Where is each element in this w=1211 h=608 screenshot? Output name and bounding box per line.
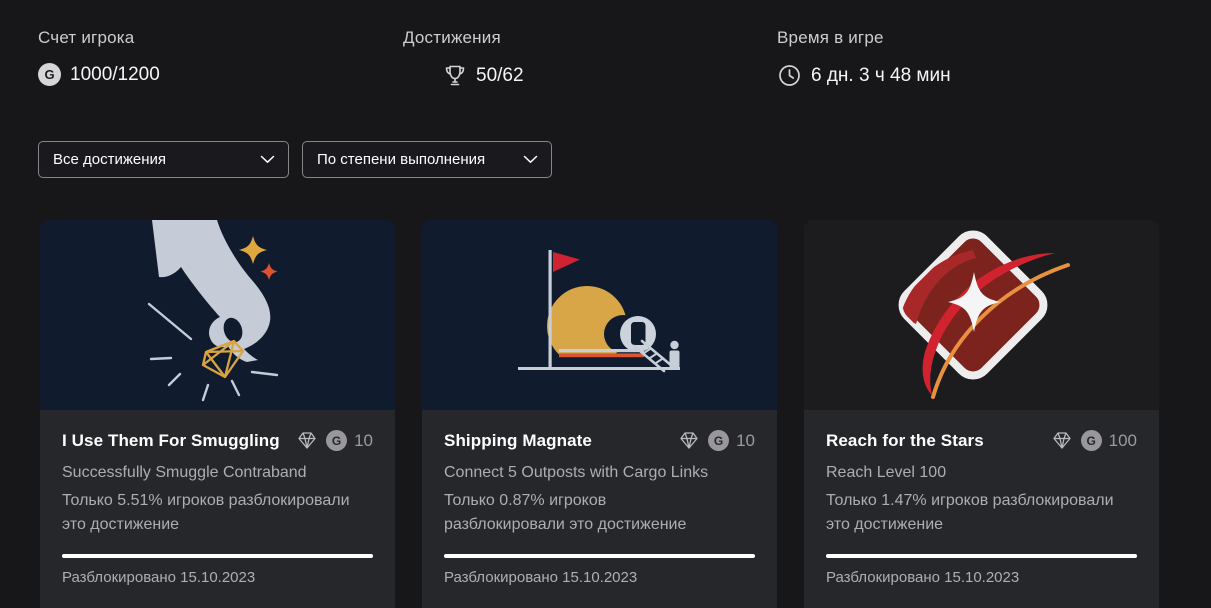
stat-time-played-label: Время в игре <box>777 28 951 48</box>
stat-time-played-value: 6 дн. 3 ч 48 мин <box>811 65 951 87</box>
gamerscore-value: 100 <box>1109 431 1137 451</box>
achievement-rarity: Только 5.51% игроков разблокировали это … <box>62 489 373 537</box>
achievements-page: Счет игрока G 1000/1200 Достижения <box>0 0 1211 608</box>
stat-achievements-value: 50/62 <box>476 65 524 87</box>
achievement-title: I Use Them For Smuggling <box>62 431 297 451</box>
base-orange-stripe <box>559 353 644 357</box>
gamerscore-icon: G <box>708 430 729 451</box>
unlocked-date: Разблокировано 15.10.2023 <box>62 569 373 586</box>
achievement-description: Reach Level 100 <box>826 464 1137 482</box>
trophy-icon <box>443 63 467 89</box>
achievement-card-body: I Use Them For Smuggling G 10 Successful… <box>40 410 395 586</box>
achievement-art-hand-dropping-gem <box>40 220 395 410</box>
red-flag <box>553 252 580 272</box>
achievement-card-shipping-magnate[interactable]: Shipping Magnate G 10 Connect 5 Outposts… <box>422 220 777 608</box>
sparkle-red <box>261 263 278 280</box>
rare-achievement-icon <box>1052 431 1072 450</box>
achievement-filter-value: Все достижения <box>53 151 166 168</box>
achievement-title: Shipping Magnate <box>444 431 679 451</box>
ground-line <box>518 367 680 370</box>
stat-achievements: Достижения 50/62 <box>403 28 524 89</box>
stat-gamerscore-value: 1000/1200 <box>70 64 160 86</box>
progress-bar-fill <box>826 554 1137 558</box>
stat-gamerscore: Счет игрока G 1000/1200 <box>38 28 160 86</box>
filters-row: Все достижения По степени выполнения <box>38 141 552 178</box>
achievement-card-smuggling[interactable]: I Use Them For Smuggling G 10 Successful… <box>40 220 395 608</box>
achievement-art-star-diamond-badge <box>804 220 1159 410</box>
unlocked-date: Разблокировано 15.10.2023 <box>826 569 1137 586</box>
achievement-card-body: Reach for the Stars G 100 Reach Level 10… <box>804 410 1159 586</box>
progress-bar <box>826 554 1137 558</box>
stat-achievements-label: Достижения <box>403 28 524 48</box>
chevron-down-icon <box>260 155 275 164</box>
achievement-card-list: I Use Them For Smuggling G 10 Successful… <box>40 220 1159 608</box>
rarity-line-1: Только 5.51% игроков разблокировали <box>62 489 373 513</box>
achievement-rarity: Только 0.87% игроков разблокировали это … <box>444 489 755 537</box>
progress-bar-fill <box>444 554 755 558</box>
rarity-line-2: это достижение <box>826 513 1137 537</box>
chevron-down-icon <box>523 155 538 164</box>
rare-achievement-icon <box>297 431 317 450</box>
achievement-description: Successfully Smuggle Contraband <box>62 464 373 482</box>
clock-icon <box>777 63 802 88</box>
achievement-filter-dropdown[interactable]: Все достижения <box>38 141 289 178</box>
gamerscore-value: 10 <box>736 431 755 451</box>
achievement-rarity: Только 1.47% игроков разблокировали это … <box>826 489 1137 537</box>
sparkle-gold <box>239 236 267 264</box>
gamerscore-icon: G <box>1081 430 1102 451</box>
sort-order-dropdown[interactable]: По степени выполнения <box>302 141 552 178</box>
unlocked-date: Разблокировано 15.10.2023 <box>444 569 755 586</box>
base-slab <box>559 349 644 352</box>
gamerscore-icon: G <box>326 430 347 451</box>
progress-bar-fill <box>62 554 373 558</box>
rarity-line-1: Только 0.87% игроков <box>444 489 755 513</box>
rarity-line-2: это достижение <box>62 513 373 537</box>
sort-order-value: По степени выполнения <box>317 151 485 168</box>
achievement-art-outpost-dome-flag <box>422 220 777 410</box>
progress-bar <box>444 554 755 558</box>
achievement-title: Reach for the Stars <box>826 431 1052 451</box>
person-figure <box>670 341 678 349</box>
gamerscore-icon: G <box>38 63 61 86</box>
rarity-line-2: разблокировали это достижение <box>444 513 755 537</box>
rarity-line-1: Только 1.47% игроков разблокировали <box>826 489 1137 513</box>
progress-bar <box>62 554 373 558</box>
stat-time-played: Время в игре 6 дн. 3 ч 48 мин <box>777 28 951 88</box>
achievement-card-reach-for-the-stars[interactable]: Reach for the Stars G 100 Reach Level 10… <box>804 220 1159 608</box>
achievement-description: Connect 5 Outposts with Cargo Links <box>444 464 755 482</box>
rare-achievement-icon <box>679 431 699 450</box>
flag-pole <box>549 250 552 368</box>
gamerscore-value: 10 <box>354 431 373 451</box>
stat-gamerscore-label: Счет игрока <box>38 28 160 48</box>
achievement-card-body: Shipping Magnate G 10 Connect 5 Outposts… <box>422 410 777 586</box>
